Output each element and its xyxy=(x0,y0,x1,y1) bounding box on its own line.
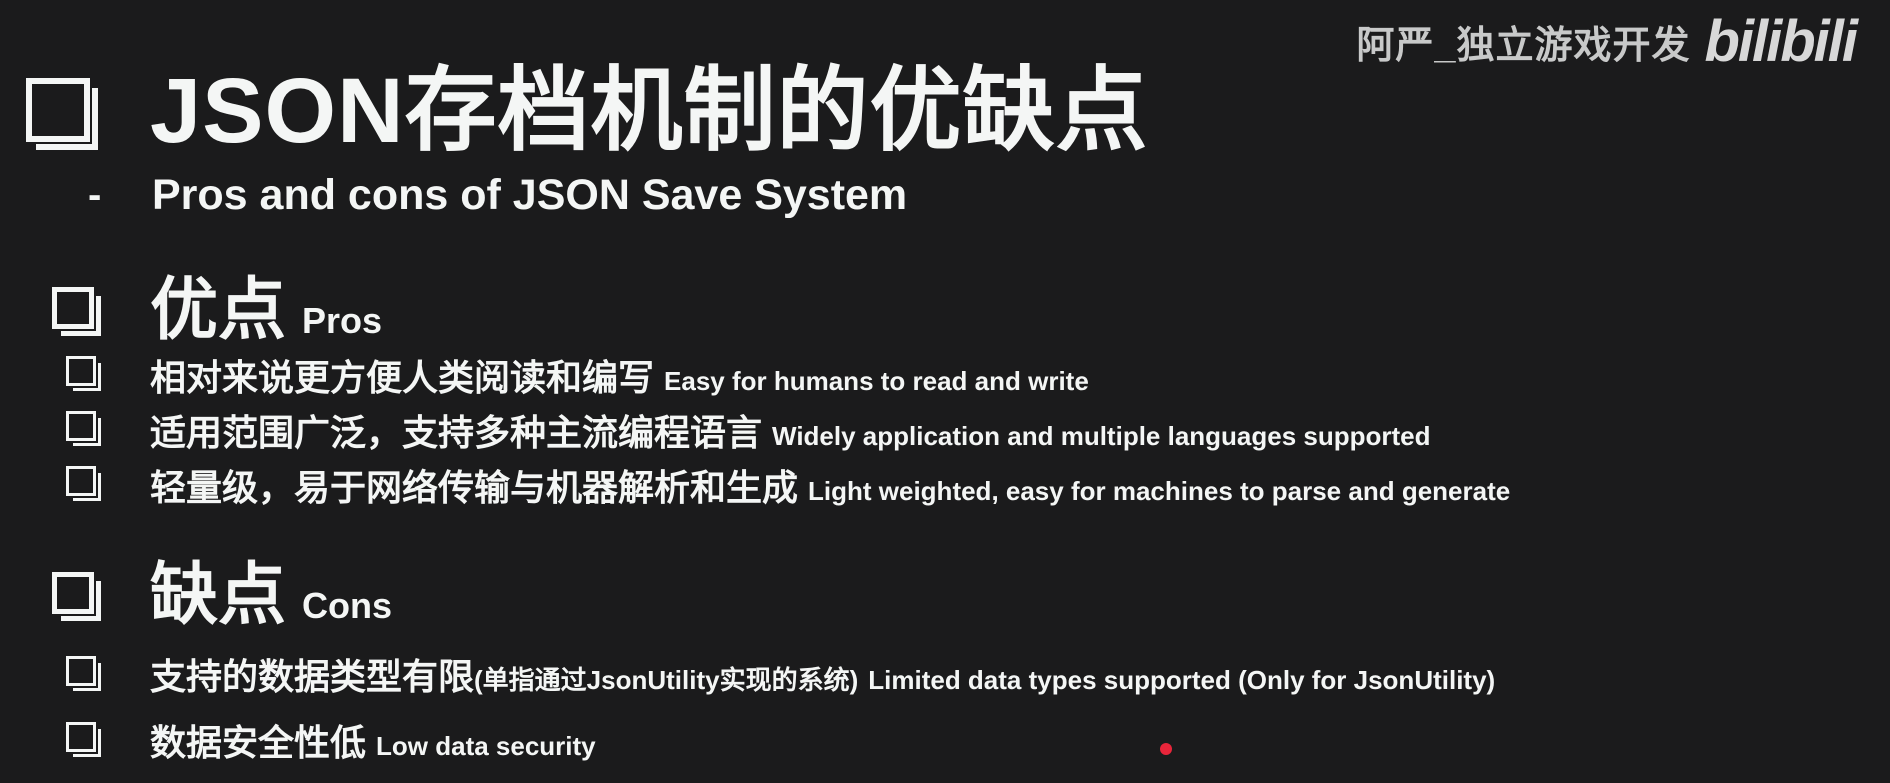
cons-item-1-checkbox-icon xyxy=(66,656,101,691)
pros-item-1: 相对来说更方便人类阅读和编写 Easy for humans to read an… xyxy=(150,356,1089,408)
pros-item-1-en: Easy for humans to read and write xyxy=(664,366,1089,396)
slide-title: JSON存档机制的优缺点 xyxy=(150,60,1149,162)
slide-subtitle: Pros and cons of JSON Save System xyxy=(152,171,908,219)
cons-item-2: 数据安全性低 Low data security xyxy=(150,721,596,773)
pros-item-2-checkbox-icon xyxy=(66,411,101,446)
pros-item-3-en: Light weighted, easy for machines to par… xyxy=(808,476,1511,506)
cons-checkbox-icon xyxy=(52,572,101,621)
pros-item-1-checkbox-icon xyxy=(66,356,101,391)
pros-item-1-zh: 相对来说更方便人类阅读和编写 xyxy=(150,357,655,398)
cons-heading-en: Cons xyxy=(302,585,393,626)
pros-checkbox-icon xyxy=(52,287,101,336)
cons-item-2-zh: 数据安全性低 xyxy=(150,722,367,763)
pros-item-3: 轻量级，易于网络传输与机器解析和生成 Light weighted, easy f… xyxy=(150,466,1510,518)
subtitle-dash: - xyxy=(88,173,102,217)
watermark-channel-name: 阿严_独立游戏开发 xyxy=(1356,25,1691,67)
cons-item-1-zh: 支持的数据类型有限 xyxy=(150,656,475,697)
cons-item-1: 支持的数据类型有限(单指通过JsonUtility实现的系统) Limited d… xyxy=(150,655,1495,707)
cons-item-2-en: Low data security xyxy=(376,731,596,761)
title-checkbox-icon xyxy=(26,78,98,150)
cons-item-1-note: (单指通过JsonUtility实现的系统) xyxy=(474,665,859,695)
cons-heading: 缺点 Cons xyxy=(150,555,392,654)
pros-heading: 优点 Pros xyxy=(150,270,382,369)
pros-heading-zh: 优点 xyxy=(150,272,287,348)
cons-heading-zh: 缺点 xyxy=(150,557,287,633)
pros-item-3-checkbox-icon xyxy=(66,466,101,501)
laser-pointer-dot xyxy=(1160,743,1172,755)
pros-item-2-en: Widely application and multiple language… xyxy=(772,421,1431,451)
pros-item-3-zh: 轻量级，易于网络传输与机器解析和生成 xyxy=(150,467,799,508)
pros-heading-en: Pros xyxy=(302,300,383,341)
bilibili-logo: bilibili xyxy=(1704,9,1858,74)
cons-item-2-checkbox-icon xyxy=(66,722,101,757)
cons-item-1-en: Limited data types supported (Only for J… xyxy=(868,665,1496,695)
pros-item-2-zh: 适用范围广泛，支持多种主流编程语言 xyxy=(150,412,763,453)
pros-item-2: 适用范围广泛，支持多种主流编程语言 Widely application and … xyxy=(150,411,1431,463)
channel-watermark: 阿严_独立游戏开发 bilibili xyxy=(1356,8,1858,75)
